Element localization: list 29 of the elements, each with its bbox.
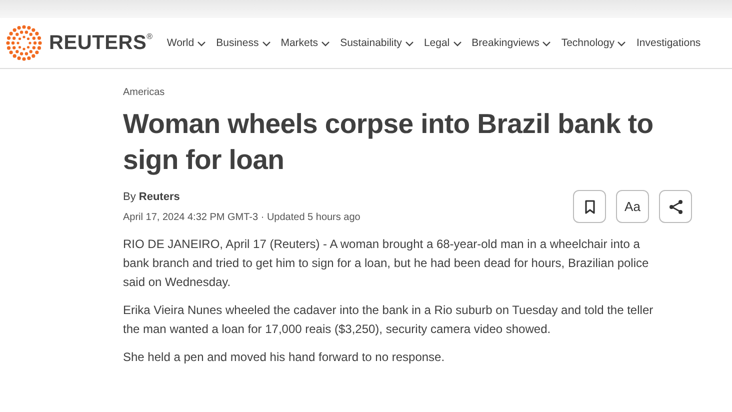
- chevron-down-icon: [404, 40, 414, 46]
- nav-link[interactable]: Legal: [424, 37, 462, 49]
- nav-link[interactable]: Business: [216, 37, 271, 49]
- logo-icon[interactable]: [5, 24, 43, 62]
- logo-wordmark[interactable]: REUTERS$^{®}$: [49, 32, 153, 54]
- nav-link[interactable]: World: [166, 37, 206, 49]
- chevron-down-icon: [321, 40, 330, 46]
- bookmark-icon: [584, 200, 596, 214]
- share-icon: [668, 198, 684, 214]
- text-size-button[interactable]: Aa: [616, 190, 649, 223]
- chevron-down-icon: [542, 40, 552, 46]
- chevron-down-icon: [262, 40, 271, 46]
- paragraph: Erika Vieira Nunes wheeled the cadaver into the bank in a Rio suburb on Tuesday and told the teller the man wanted a loan for 17,000 reais ($3,250), security camera video showed.: [123, 302, 654, 338]
- chevron-down-icon: [617, 40, 626, 46]
- nav-link[interactable]: Breakingviews: [472, 37, 552, 49]
- share-button[interactable]: [659, 190, 692, 223]
- paragraph: She held a pen and moved his hand forward to no response.: [123, 349, 446, 366]
- headline: Woman wheels corpse into Brazil bank to sign for loan: [123, 107, 654, 177]
- paragraph: RIO DE JANEIRO, April 17 (Reuters) - A woman brought a 68-year-old man in a wheelchair into a bank branch and tried to get him to sign for a loan, but he had been dead for hours, Brazilian police said on Wednesday.: [123, 236, 650, 291]
- nav-link[interactable]: Investigations: [636, 37, 701, 49]
- nav-link[interactable]: Markets: [280, 37, 330, 49]
- chevron-down-icon: [197, 40, 206, 46]
- byline: By Reuters: [123, 191, 181, 203]
- section-link[interactable]: Americas: [123, 87, 688, 98]
- dateline: April 17, 2024 4:32 PM GMT-3 · Updated 5 hours ago: [123, 212, 360, 223]
- nav-link[interactable]: Technology: [561, 37, 626, 49]
- bookmark-button[interactable]: [573, 190, 606, 223]
- nav-link[interactable]: Sustainability: [340, 37, 414, 49]
- chevron-down-icon: [452, 40, 462, 46]
